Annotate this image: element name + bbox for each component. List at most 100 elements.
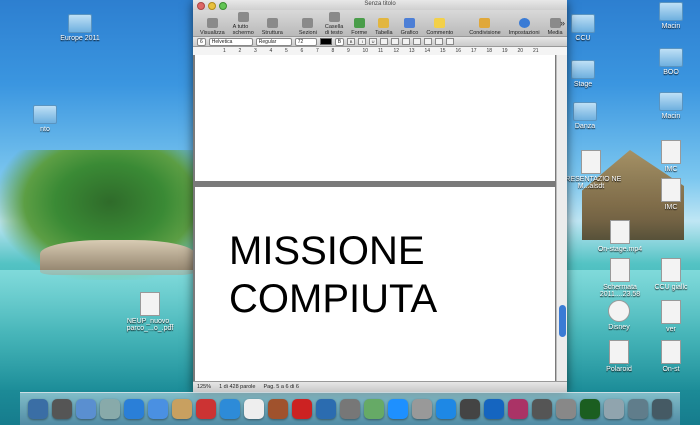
dock-app-icon[interactable] xyxy=(412,399,432,419)
desktop-file-imc-2[interactable]: IMC xyxy=(636,178,700,211)
document-text-line: MISSIONE xyxy=(229,229,425,273)
dock-app-icon[interactable] xyxy=(340,399,360,419)
align-right-button[interactable] xyxy=(402,38,411,45)
desktop-folder-nto[interactable]: nto xyxy=(10,105,80,133)
toolbar-share-button[interactable]: Condivisione xyxy=(466,12,504,36)
dock-app-icon[interactable] xyxy=(76,399,96,419)
dock-app-icon[interactable] xyxy=(604,399,624,419)
toolbar-inspector-button[interactable]: Impostazioni xyxy=(506,12,543,36)
toolbar-comment-button[interactable]: Commento xyxy=(423,12,456,36)
document-canvas: MISSIONE COMPIUTA xyxy=(193,55,567,381)
dock-app-icon[interactable] xyxy=(196,399,216,419)
share-icon xyxy=(479,18,491,28)
media-icon xyxy=(549,18,561,28)
text-color-swatch[interactable] xyxy=(319,38,332,45)
ruler-mark: 2 xyxy=(238,48,242,54)
dock-app-icon[interactable] xyxy=(580,399,600,419)
dock-app-icon[interactable] xyxy=(388,399,408,419)
ruler-mark: 8 xyxy=(331,48,335,54)
dock-app-icon[interactable] xyxy=(652,399,672,419)
zoom-select[interactable]: 125% xyxy=(197,384,211,390)
dock-app-icon[interactable] xyxy=(244,399,264,419)
toolbar-overflow-button[interactable]: » xyxy=(560,18,565,28)
ruler-mark: 1 xyxy=(223,48,226,54)
desktop-file-neup-pdf[interactable]: NEUP_nuovo_ parco_...o_.pdf xyxy=(115,292,185,332)
dock-app-icon[interactable] xyxy=(124,399,144,419)
fullscreen-icon xyxy=(237,12,249,22)
dock-app-icon[interactable] xyxy=(436,399,456,419)
ruler-mark: 16 xyxy=(455,48,462,54)
dock-app-icon[interactable] xyxy=(316,399,336,419)
toolbar-fullscreen-button[interactable]: A tutto schermo xyxy=(230,12,257,36)
paragraph-style-select[interactable]: 6 xyxy=(197,37,206,46)
dock-app-icon[interactable] xyxy=(100,399,120,419)
list-style-button[interactable] xyxy=(446,38,455,45)
bold-button[interactable]: B xyxy=(347,38,356,45)
movie-icon xyxy=(610,220,630,244)
dock-app-icon[interactable] xyxy=(460,399,480,419)
scrollbar-thumb[interactable] xyxy=(559,305,566,337)
dock-app-icon[interactable] xyxy=(148,399,168,419)
dock-app-icon[interactable] xyxy=(628,399,648,419)
ruler-mark: 7 xyxy=(316,48,319,54)
desktop-file-ver[interactable]: ver xyxy=(636,300,700,333)
dock-app-icon[interactable] xyxy=(556,399,576,419)
desktop-folder-macin-2[interactable]: Macin xyxy=(636,92,700,120)
desktop-file-on-stage[interactable]: On-stage.mp4 xyxy=(585,220,655,253)
dock-app-icon[interactable] xyxy=(364,399,384,419)
dock-app-icon[interactable] xyxy=(268,399,288,419)
dock-app-icon[interactable] xyxy=(292,399,312,419)
dock-app-icon[interactable] xyxy=(532,399,552,419)
toolbar-sections-button[interactable]: Sezioni xyxy=(296,12,320,36)
vertical-scrollbar[interactable] xyxy=(556,55,567,381)
dock-app-icon[interactable] xyxy=(508,399,528,419)
desktop-folder-boo[interactable]: BOO xyxy=(636,48,700,76)
desktop-file-imc[interactable]: IMC xyxy=(636,140,700,173)
folder-icon xyxy=(33,105,57,124)
toolbar-table-button[interactable]: Tabella xyxy=(372,12,395,36)
align-left-button[interactable] xyxy=(380,38,389,45)
pdf-icon xyxy=(140,292,160,316)
toolbar-shapes-button[interactable]: Forme xyxy=(348,12,370,36)
screenshot-icon xyxy=(610,258,630,282)
ruler-mark: 14 xyxy=(424,48,431,54)
dock-app-icon[interactable] xyxy=(484,399,504,419)
shapes-icon xyxy=(353,18,365,28)
ruler-mark: 11 xyxy=(378,48,384,54)
dock-app-icon[interactable] xyxy=(172,399,192,419)
desktop-file-ccu-giallo[interactable]: CCU giallc xyxy=(636,258,700,291)
desktop-folder-macin[interactable]: Macin xyxy=(636,2,700,30)
italic-button[interactable]: I xyxy=(358,38,367,45)
ruler-mark: 18 xyxy=(486,48,493,54)
view-icon xyxy=(206,18,218,28)
dock-app-icon[interactable] xyxy=(220,399,240,419)
font-weight-select[interactable]: Regular xyxy=(255,37,292,46)
folder-icon xyxy=(571,60,595,79)
ruler-mark: 15 xyxy=(440,48,446,54)
align-center-button[interactable] xyxy=(391,38,400,45)
line-spacing-button[interactable] xyxy=(424,38,433,45)
toolbar-view-button[interactable]: Visualizza xyxy=(197,12,228,36)
ruler-mark: 10 xyxy=(362,48,369,54)
dock-app-icon[interactable] xyxy=(52,399,72,419)
document-page[interactable] xyxy=(195,55,555,181)
toolbar-chart-button[interactable]: Grafico xyxy=(398,12,422,36)
desktop-file-on-st[interactable]: On-st xyxy=(636,340,700,373)
folder-icon xyxy=(68,14,92,33)
image-icon xyxy=(609,340,629,364)
document-page[interactable]: MISSIONE COMPIUTA xyxy=(195,187,555,381)
align-justify-button[interactable] xyxy=(413,38,422,45)
dock-app-icon[interactable] xyxy=(28,399,48,419)
font-family-select[interactable]: Helvetica xyxy=(208,37,253,46)
font-size-field[interactable]: 72 xyxy=(294,37,317,46)
character-spacing-field[interactable]: B xyxy=(334,37,345,46)
window-titlebar[interactable]: Senza titolo xyxy=(193,0,567,10)
desktop-folder-europe-2011[interactable]: Europe 2011 xyxy=(45,14,115,42)
columns-button[interactable] xyxy=(435,38,444,45)
document-body-text[interactable]: MISSIONE COMPIUTA xyxy=(229,227,437,323)
folder-icon xyxy=(659,92,683,111)
toolbar-textbox-button[interactable]: Casella di testo xyxy=(322,12,346,36)
folder-icon xyxy=(571,14,595,33)
toolbar-outline-button[interactable]: Struttura xyxy=(259,12,286,36)
underline-button[interactable]: U xyxy=(369,38,378,45)
